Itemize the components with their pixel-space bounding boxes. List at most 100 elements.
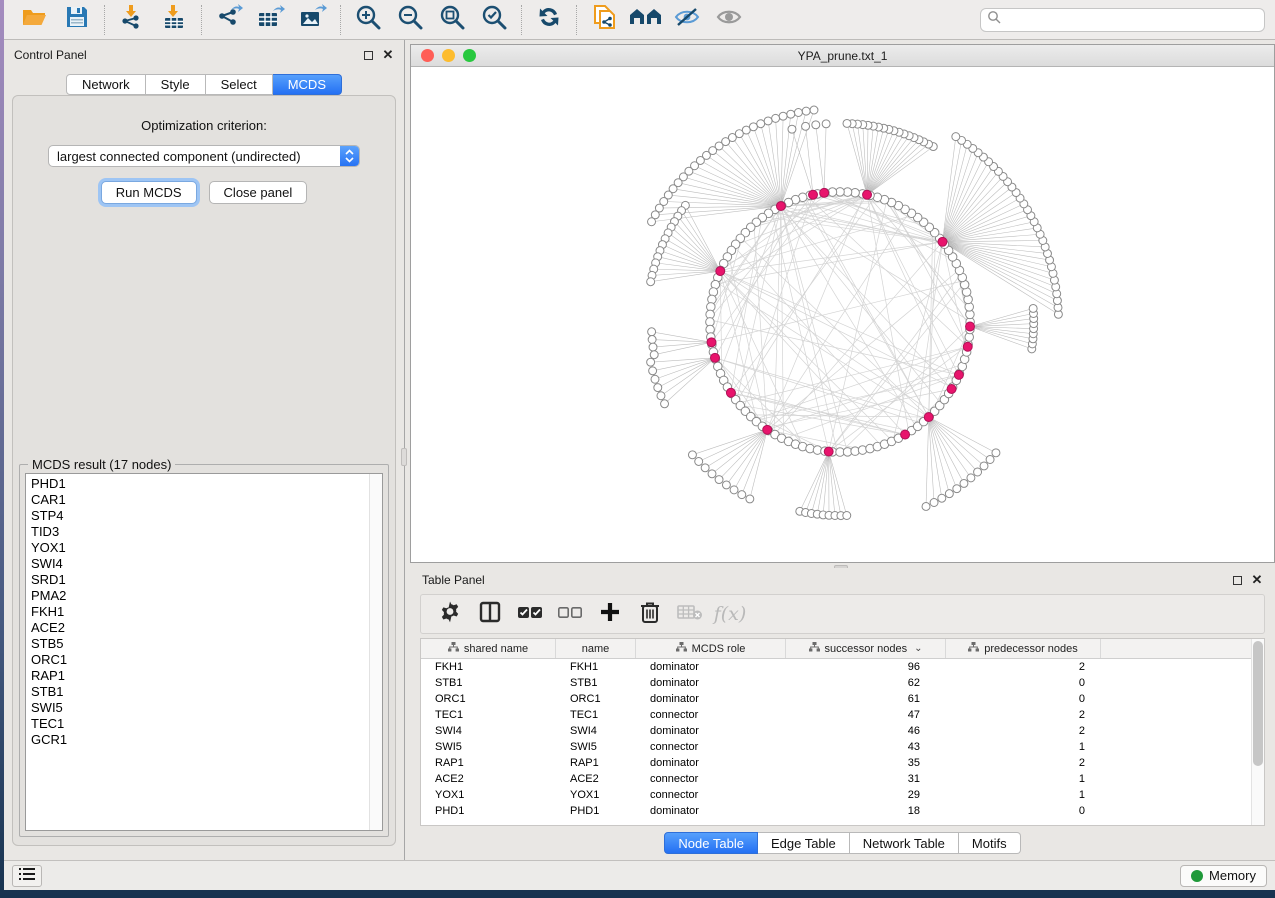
tab-mcds[interactable]: MCDS <box>273 74 342 95</box>
network-graph[interactable] <box>411 67 1274 562</box>
mcds-result-item[interactable]: ORC1 <box>31 652 382 668</box>
mcds-list-scrollbar[interactable] <box>369 474 382 830</box>
leaf-node[interactable] <box>722 481 730 489</box>
mcds-result-list[interactable]: PHD1CAR1STP4TID3YOX1SWI4SRD1PMA2FKH1ACE2… <box>25 473 383 831</box>
leaf-node[interactable] <box>651 375 659 383</box>
table-row[interactable]: PHD1PHD1dominator180 <box>421 803 1264 819</box>
leaf-node[interactable] <box>647 278 655 286</box>
import-table-button[interactable] <box>153 3 195 37</box>
open-session-button[interactable] <box>14 3 56 37</box>
refresh-view-button[interactable] <box>528 3 570 37</box>
leaf-node[interactable] <box>764 117 772 125</box>
float-panel-icon[interactable] <box>362 49 374 61</box>
leaf-node[interactable] <box>960 479 968 487</box>
tab-edge-table[interactable]: Edge Table <box>758 832 850 854</box>
zoom-out-button[interactable] <box>389 3 431 37</box>
tab-network[interactable]: Network <box>66 74 146 95</box>
tab-node-table[interactable]: Node Table <box>664 832 758 854</box>
table-row[interactable]: TEC1TEC1connector472 <box>421 707 1264 723</box>
leaf-node[interactable] <box>779 112 787 120</box>
show-column-panel-button[interactable] <box>475 599 505 629</box>
leaf-node[interactable] <box>822 120 830 128</box>
mcds-result-item[interactable]: RAP1 <box>31 668 382 684</box>
mcds-result-item[interactable]: CAR1 <box>31 492 382 508</box>
export-image-button[interactable] <box>292 3 334 37</box>
leaf-node[interactable] <box>802 122 810 130</box>
clone-network-button[interactable] <box>583 3 625 37</box>
leaf-node[interactable] <box>661 400 669 408</box>
leaf-node[interactable] <box>649 367 657 375</box>
mcds-result-item[interactable]: TEC1 <box>31 716 382 732</box>
table-row[interactable]: SWI4SWI4dominator462 <box>421 723 1264 739</box>
mcds-result-item[interactable]: SWI5 <box>31 700 382 716</box>
mcds-hub-node[interactable] <box>726 388 735 397</box>
hide-selected-button[interactable] <box>667 3 709 37</box>
network-canvas[interactable] <box>411 67 1274 562</box>
table-row[interactable]: SWI5SWI5connector431 <box>421 739 1264 755</box>
table-row[interactable]: FKH1FKH1dominator962 <box>421 659 1264 675</box>
select-all-columns-button[interactable] <box>515 599 545 629</box>
leaf-node[interactable] <box>788 125 796 133</box>
show-panels-menu-button[interactable] <box>12 865 42 887</box>
leaf-node[interactable] <box>974 468 982 476</box>
tab-network-table[interactable]: Network Table <box>850 832 959 854</box>
leaf-node[interactable] <box>648 218 656 226</box>
mcds-result-item[interactable]: FKH1 <box>31 604 382 620</box>
search-input[interactable] <box>1005 13 1258 27</box>
zoom-in-button[interactable] <box>347 3 389 37</box>
tab-motifs[interactable]: Motifs <box>959 832 1021 854</box>
leaf-node[interactable] <box>922 502 930 510</box>
leaf-node[interactable] <box>843 512 851 520</box>
leaf-node[interactable] <box>657 392 665 400</box>
leaf-node[interactable] <box>930 499 938 507</box>
leaf-node[interactable] <box>772 114 780 122</box>
mcds-result-item[interactable]: TID3 <box>31 524 382 540</box>
mcds-hub-node[interactable] <box>716 267 725 276</box>
zoom-fit-button[interactable] <box>431 3 473 37</box>
table-scrollbar[interactable] <box>1251 639 1264 825</box>
mcds-hub-node[interactable] <box>763 425 772 434</box>
run-mcds-button[interactable]: Run MCDS <box>101 181 197 204</box>
mcds-hub-node[interactable] <box>824 447 833 456</box>
table-row[interactable]: ACE2ACE2connector311 <box>421 771 1264 787</box>
leaf-node[interactable] <box>812 121 820 129</box>
zoom-selected-button[interactable] <box>473 3 515 37</box>
mcds-hub-node[interactable] <box>966 322 975 331</box>
mcds-result-item[interactable]: STB1 <box>31 684 382 700</box>
mcds-hub-node[interactable] <box>809 190 818 199</box>
leaf-node[interactable] <box>688 451 696 459</box>
leaf-node[interactable] <box>708 470 716 478</box>
first-neighbors-button[interactable] <box>625 3 667 37</box>
close-table-panel-icon[interactable]: ✕ <box>1251 574 1263 586</box>
leaf-node[interactable] <box>730 486 738 494</box>
leaf-node[interactable] <box>746 495 754 503</box>
leaf-node[interactable] <box>654 384 662 392</box>
leaf-node[interactable] <box>715 476 723 484</box>
table-row[interactable]: STB1STB1dominator620 <box>421 675 1264 691</box>
leaf-node[interactable] <box>843 119 851 127</box>
leaf-node[interactable] <box>738 491 746 499</box>
leaf-node[interactable] <box>647 358 655 366</box>
mcds-hub-node[interactable] <box>954 370 963 379</box>
leaf-node[interactable] <box>650 351 658 359</box>
mcds-hub-node[interactable] <box>863 190 872 199</box>
column-header-MCDS-role[interactable]: MCDS role <box>636 639 786 658</box>
table-settings-button[interactable] <box>435 599 465 629</box>
mcds-result-item[interactable]: STB5 <box>31 636 382 652</box>
leaf-node[interactable] <box>1029 304 1037 312</box>
leaf-node[interactable] <box>938 494 946 502</box>
column-header-shared-name[interactable]: shared name <box>421 639 556 658</box>
tab-select[interactable]: Select <box>206 74 273 95</box>
mcds-hub-node[interactable] <box>901 430 910 439</box>
column-header-predecessor-nodes[interactable]: predecessor nodes <box>946 639 1101 658</box>
leaf-node[interactable] <box>810 106 818 114</box>
close-panel-icon[interactable]: ✕ <box>382 49 394 61</box>
save-session-button[interactable] <box>56 3 98 37</box>
leaf-node[interactable] <box>787 110 795 118</box>
show-all-button[interactable] <box>709 3 751 37</box>
global-search-field[interactable] <box>980 8 1265 32</box>
leaf-node[interactable] <box>649 343 657 351</box>
window-minimize-icon[interactable] <box>442 49 455 62</box>
leaf-node[interactable] <box>757 120 765 128</box>
leaf-node[interactable] <box>648 336 656 344</box>
